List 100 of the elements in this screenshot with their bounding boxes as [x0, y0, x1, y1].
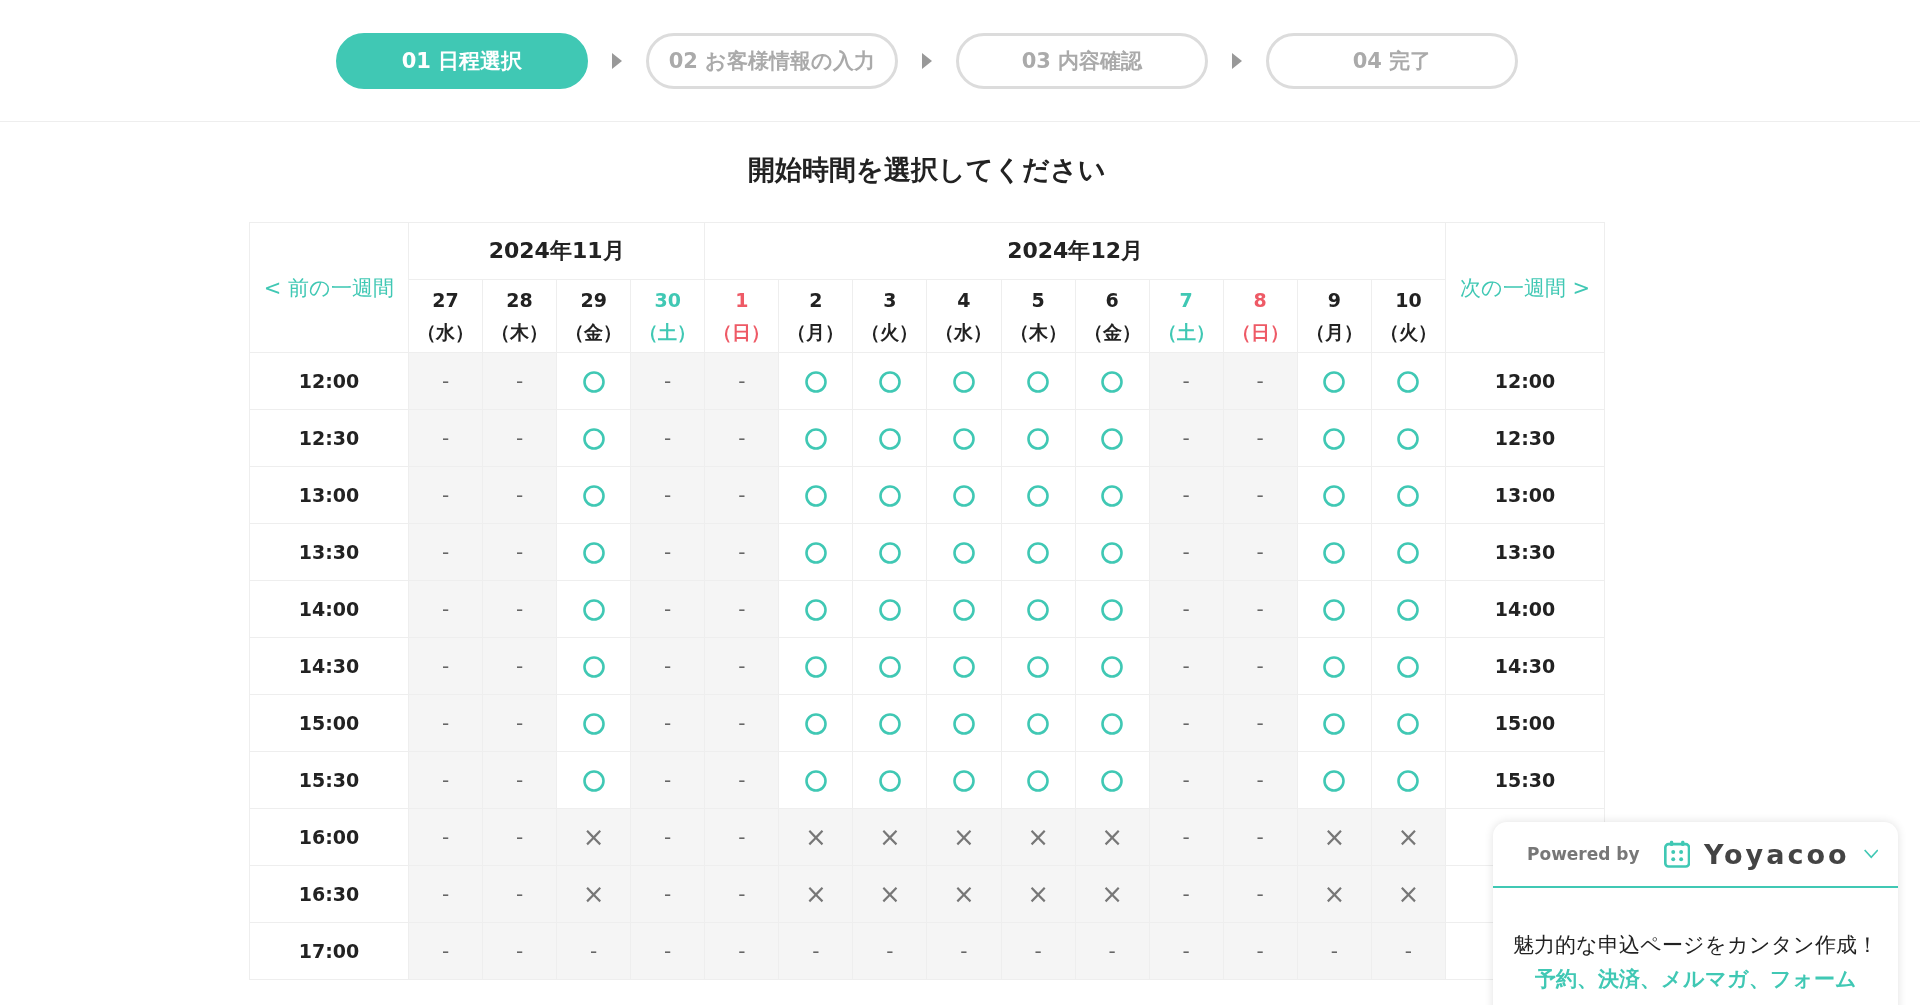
table-cell: -: [778, 922, 853, 980]
table-cell: -: [408, 637, 483, 695]
time-label: 13:00: [1445, 466, 1605, 524]
table-cell: -: [482, 694, 557, 752]
time-label: 15:00: [1445, 694, 1605, 752]
day-header: 4 （水）: [926, 279, 1001, 353]
day-header: 9 （月）: [1297, 279, 1372, 353]
table-cell: -: [704, 694, 779, 752]
table-cell: -: [704, 409, 779, 467]
table-cell: -: [408, 922, 483, 980]
time-label: 15:00: [249, 694, 409, 752]
time-label: 13:30: [249, 523, 409, 581]
table-cell: -: [1149, 694, 1224, 752]
table-cell: -: [1149, 637, 1224, 695]
table-cell: -: [1149, 922, 1224, 980]
table-cell: ×: [556, 808, 631, 866]
table-cell: -: [482, 580, 557, 638]
table-cell: -: [1149, 523, 1224, 581]
step-tab[interactable]: 04 完了: [1266, 32, 1518, 89]
step-tab[interactable]: 03 内容確認: [956, 32, 1208, 89]
table-cell: -: [1075, 922, 1150, 980]
table-cell: -: [482, 466, 557, 524]
table-cell: -: [1149, 580, 1224, 638]
table-cell: -: [408, 352, 483, 410]
table-cell: -: [704, 637, 779, 695]
time-label: 15:30: [249, 751, 409, 809]
table-cell: -: [1223, 523, 1298, 581]
table-cell: -: [556, 922, 631, 980]
table-cell: -: [1223, 751, 1298, 809]
table-cell: -: [482, 865, 557, 923]
table-cell: -: [630, 523, 705, 581]
table-cell: -: [1223, 409, 1298, 467]
table-cell: ×: [1297, 865, 1372, 923]
promo-text: 予約、決済、メルマガ、フォーム: [1533, 966, 1858, 993]
table-cell: -: [1223, 694, 1298, 752]
day-header: 29 （金）: [556, 279, 631, 353]
powered-by-text: Powered by: [1527, 844, 1640, 864]
table-cell: -: [630, 808, 705, 866]
day-header: 27 （水）: [408, 279, 483, 353]
table-cell: -: [482, 922, 557, 980]
time-label: 14:00: [1445, 580, 1605, 638]
table-cell: -: [482, 637, 557, 695]
table-cell: -: [926, 922, 1001, 980]
time-label: 14:00: [249, 580, 409, 638]
time-label: 12:00: [1445, 352, 1605, 410]
table-cell: -: [630, 922, 705, 980]
table-cell: ×: [1001, 808, 1076, 866]
table-cell: -: [482, 808, 557, 866]
table-cell: -: [704, 466, 779, 524]
table-cell: ×: [1297, 808, 1372, 866]
table-cell: -: [630, 865, 705, 923]
day-header: 3 （火）: [852, 279, 927, 353]
table-cell: -: [408, 751, 483, 809]
table-cell: -: [1223, 865, 1298, 923]
table-cell: -: [1223, 922, 1298, 980]
table-cell: -: [704, 865, 779, 923]
table-cell: -: [408, 808, 483, 866]
table-cell: ×: [778, 808, 853, 866]
table-cell: -: [408, 865, 483, 923]
day-header: 1 （日）: [704, 279, 779, 353]
table-cell: ×: [852, 865, 927, 923]
table-cell: -: [1149, 352, 1224, 410]
table-cell: -: [704, 808, 779, 866]
table-cell: -: [1149, 409, 1224, 467]
table-cell: ×: [1371, 865, 1446, 923]
table-cell: -: [704, 523, 779, 581]
time-label: 16:30: [249, 865, 409, 923]
table-cell: ×: [1371, 808, 1446, 866]
previous-week-link[interactable]: < 前の一週間: [249, 222, 409, 353]
day-header: 30 （土）: [630, 279, 705, 353]
day-header: 8 （日）: [1223, 279, 1298, 353]
table-cell: ×: [778, 865, 853, 923]
table-cell: ×: [556, 865, 631, 923]
table-cell: -: [1223, 808, 1298, 866]
table-cell: -: [1223, 466, 1298, 524]
table-cell: ×: [926, 865, 1001, 923]
table-cell: -: [1149, 808, 1224, 866]
day-header: 5 （木）: [1001, 279, 1076, 353]
step-tab[interactable]: 01 日程選択: [336, 32, 588, 89]
brand-name: Yoyacoo: [1703, 838, 1850, 870]
table-cell: -: [630, 751, 705, 809]
table-cell: -: [704, 580, 779, 638]
time-label: 13:30: [1445, 523, 1605, 581]
table-cell: -: [630, 637, 705, 695]
promo-text: 魅力的な申込ページをカンタン作成！: [1512, 932, 1879, 959]
day-header: 6 （金）: [1075, 279, 1150, 353]
table-cell: -: [1371, 922, 1446, 980]
table-cell: -: [852, 922, 927, 980]
table-cell: -: [630, 466, 705, 524]
table-cell: -: [408, 694, 483, 752]
table-cell: -: [482, 352, 557, 410]
step-tab[interactable]: 02 お客様情報の入力: [646, 32, 898, 89]
time-label: 12:30: [249, 409, 409, 467]
time-label: 12:00: [249, 352, 409, 410]
time-label: 15:30: [1445, 751, 1605, 809]
time-label: 17:00: [249, 922, 409, 980]
next-week-link[interactable]: 次の一週間 >: [1445, 222, 1605, 353]
table-cell: -: [704, 352, 779, 410]
table-cell: -: [1223, 580, 1298, 638]
table-cell: -: [482, 523, 557, 581]
